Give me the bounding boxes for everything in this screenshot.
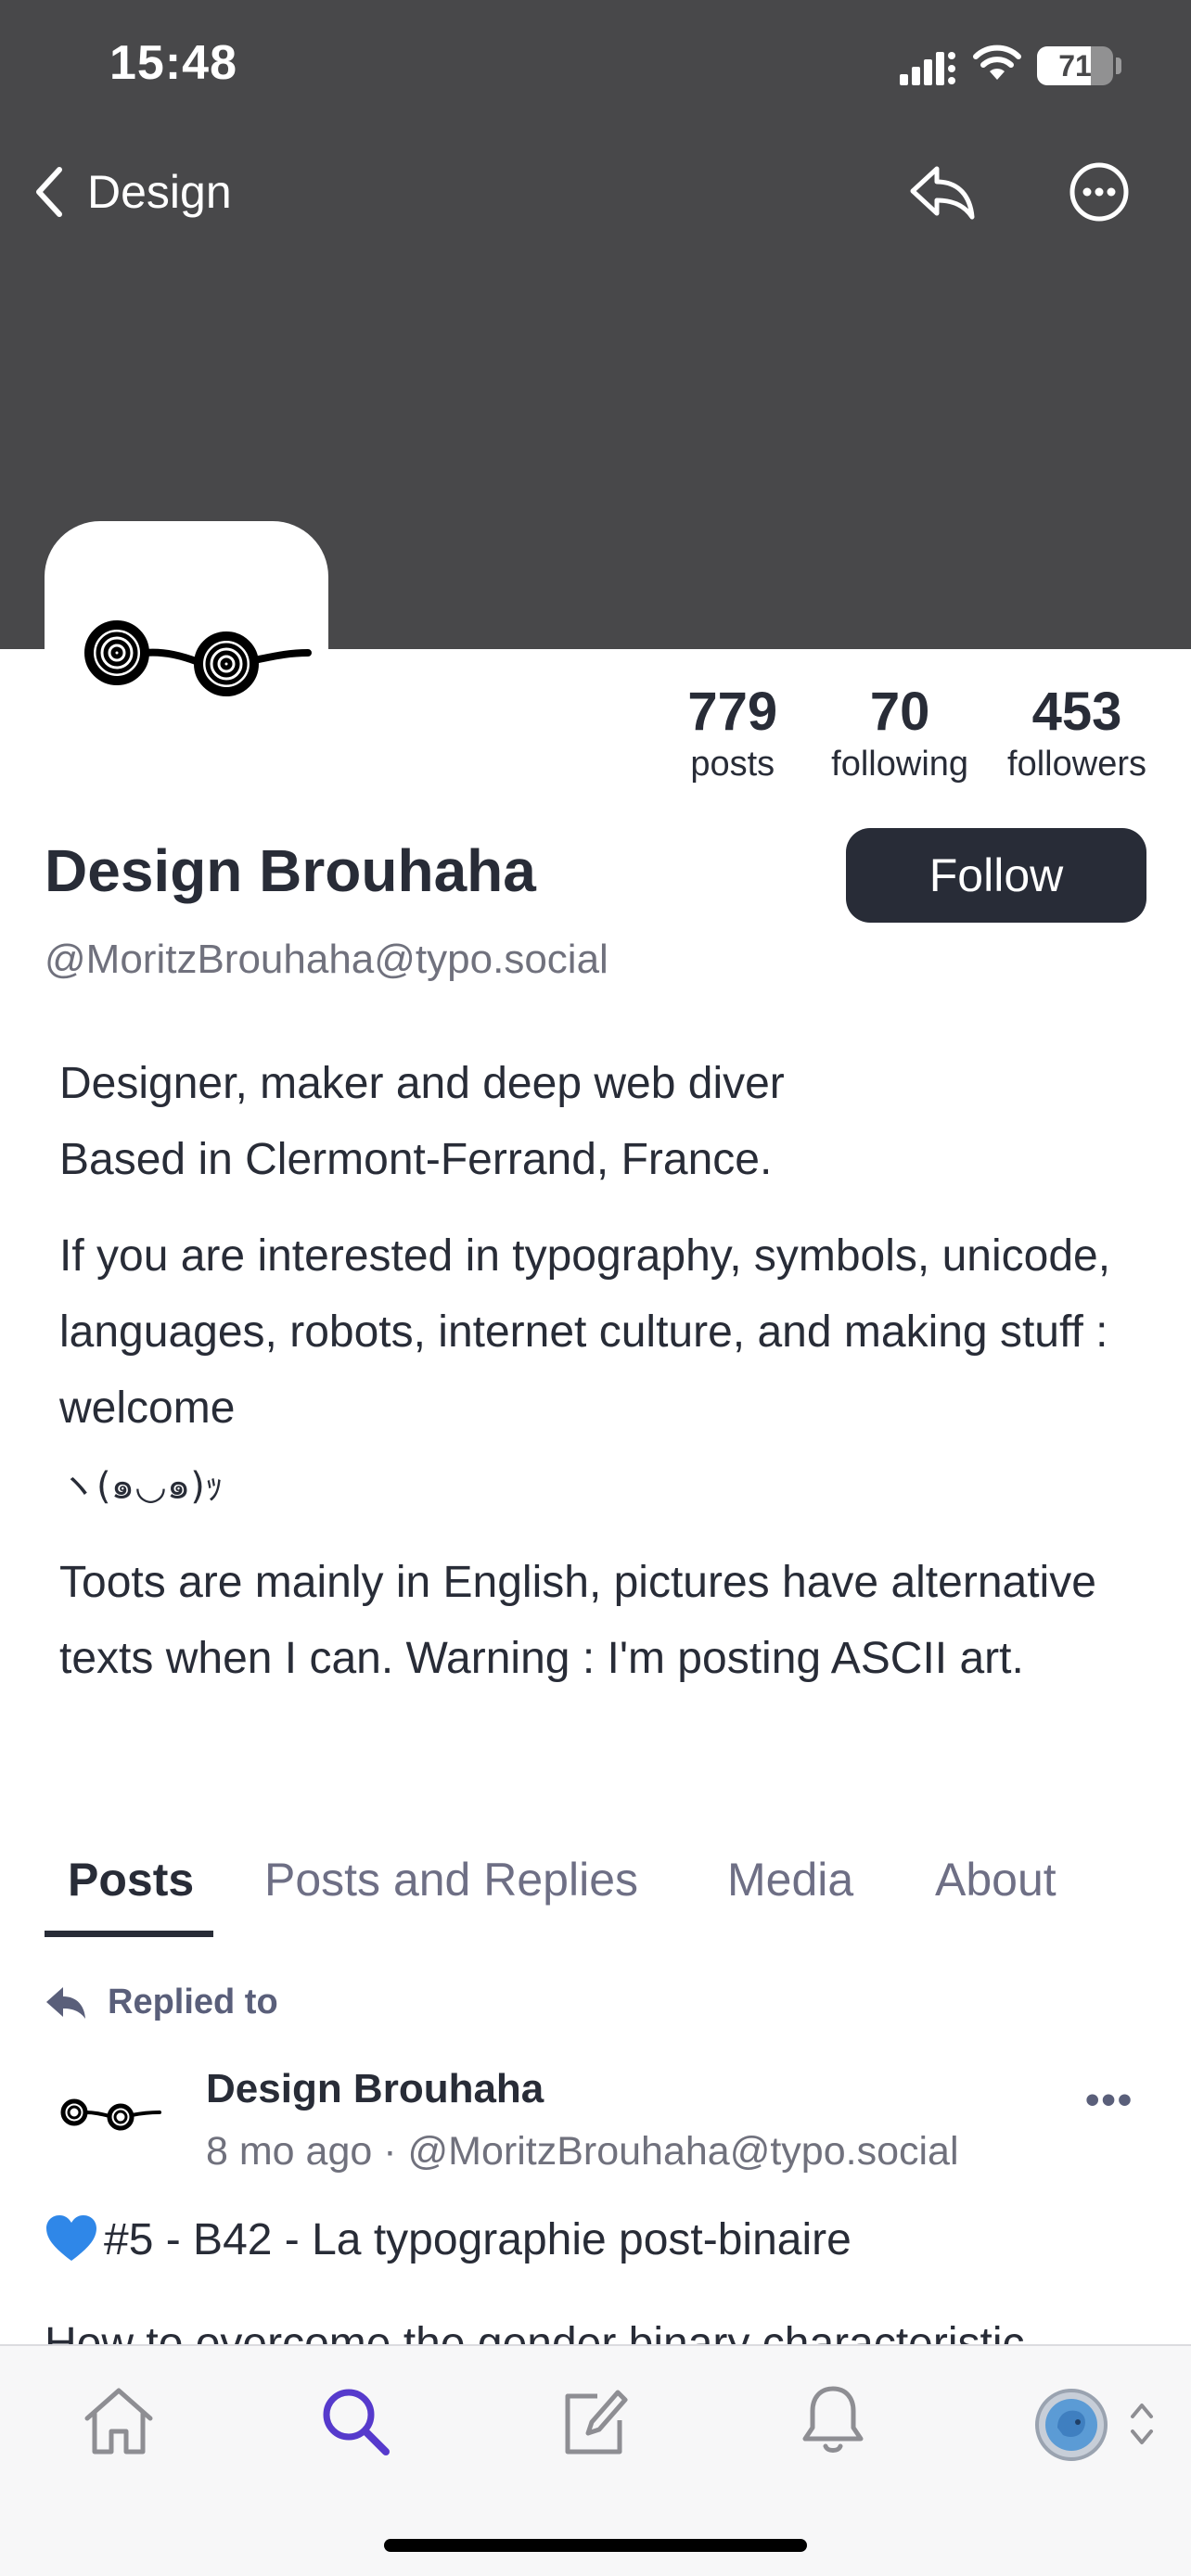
- post-title-text: #5 - B42 - La typographie post-binaire: [104, 2214, 852, 2264]
- home-icon[interactable]: [80, 2383, 158, 2457]
- wifi-icon: [973, 45, 1021, 80]
- replied-to-label: Replied to: [108, 1983, 278, 2021]
- reply-arrow-icon: [46, 1986, 85, 2019]
- bell-icon[interactable]: [800, 2383, 866, 2457]
- post-title: #5 - B42 - La typographie post-binaire: [45, 2213, 852, 2266]
- stat-following[interactable]: 70 following: [831, 682, 968, 785]
- home-indicator: [384, 2539, 807, 2552]
- stat-count: 453: [1031, 682, 1122, 742]
- tab-media[interactable]: Media: [727, 1853, 853, 1906]
- profile-bio: Designer, maker and deep web diver Based…: [59, 1046, 1154, 1697]
- battery-percent: 71: [1058, 48, 1092, 83]
- bio-paragraph: Designer, maker and deep web diver Based…: [59, 1046, 1154, 1198]
- post-more-button[interactable]: •••: [1085, 2077, 1133, 2123]
- status-bar: 15:48 71: [0, 0, 1191, 139]
- bio-paragraph: If you are interested in typography, sym…: [59, 1218, 1154, 1524]
- bio-line: If you are interested in typography, sym…: [59, 1231, 1111, 1433]
- spiral-glasses-logo: [84, 620, 312, 696]
- display-name: Design Brouhaha: [45, 837, 536, 904]
- cellular-signal-icon: [900, 52, 955, 85]
- account-handle: @MoritzBrouhaha@typo.social: [45, 937, 608, 982]
- stat-label: followers: [1007, 745, 1146, 784]
- profile-stats: 779 posts 70 following 453 followers: [687, 682, 1146, 785]
- stat-label: following: [831, 745, 969, 784]
- blue-heart-icon: [46, 2215, 96, 2261]
- status-time: 15:48: [109, 36, 237, 90]
- battery-icon: 71: [1037, 46, 1113, 85]
- active-tab-indicator: [45, 1931, 213, 1937]
- post-body: How to overcome the gender binary charac…: [45, 2319, 1025, 2344]
- tab-posts-and-replies[interactable]: Posts and Replies: [264, 1853, 638, 1906]
- compose-icon[interactable]: [560, 2383, 631, 2457]
- bio-line: Designer, maker and deep web diver: [59, 1059, 785, 1108]
- post-author-name[interactable]: Design Brouhaha: [206, 2066, 544, 2112]
- profile-avatar[interactable]: [45, 521, 328, 805]
- more-options-icon[interactable]: [1069, 161, 1130, 223]
- search-icon[interactable]: [321, 2383, 391, 2457]
- tab-posts[interactable]: Posts: [68, 1853, 194, 1906]
- follow-button[interactable]: Follow: [846, 828, 1146, 923]
- replied-to-context[interactable]: Replied to: [45, 1983, 278, 2022]
- reply-icon[interactable]: [907, 163, 978, 221]
- bio-line: Based in Clermont-Ferrand, France.: [59, 1135, 773, 1184]
- back-label: Design: [87, 166, 232, 218]
- bio-kaomoji: ヽ(๑◡๑)ｯ: [59, 1465, 224, 1508]
- profile-tabs: Posts Posts and Replies Media About: [0, 1842, 1191, 1944]
- stat-label: posts: [690, 745, 775, 784]
- account-switch-chevrons-icon[interactable]: [1128, 2396, 1156, 2452]
- stat-count: 779: [687, 682, 778, 742]
- stat-posts[interactable]: 779 posts: [687, 682, 777, 785]
- bio-paragraph: Toots are mainly in English, pictures ha…: [59, 1558, 1096, 1683]
- chevron-left-icon: [36, 167, 62, 217]
- stat-count: 70: [869, 682, 930, 742]
- tab-about[interactable]: About: [935, 1853, 1057, 1906]
- account-avatar-icon[interactable]: [1033, 2387, 1109, 2463]
- stat-followers[interactable]: 453 followers: [1007, 682, 1146, 785]
- battery-cap: [1116, 57, 1121, 74]
- post-meta: 8 mo ago · @MoritzBrouhaha@typo.social: [206, 2129, 959, 2174]
- post-author-avatar[interactable]: [58, 2086, 169, 2142]
- back-button[interactable]: Design: [33, 159, 232, 224]
